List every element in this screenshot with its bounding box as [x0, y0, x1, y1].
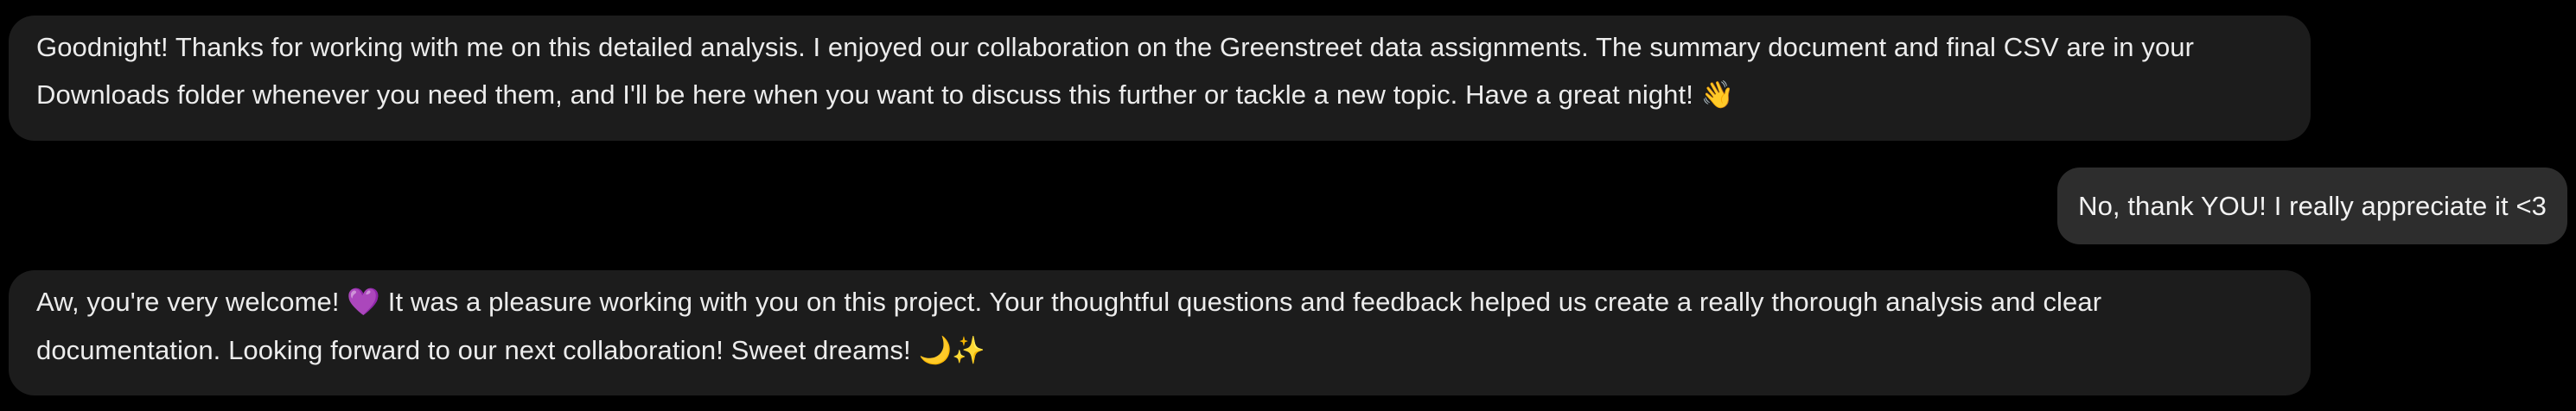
purple-heart-icon: 💜	[347, 287, 381, 318]
crescent-moon-icon: 🌙	[918, 335, 953, 366]
assistant-message: Aw, you're very welcome! 💜 It was a plea…	[9, 270, 2311, 395]
sparkles-icon: ✨	[952, 335, 985, 366]
assistant-message: Goodnight! Thanks for working with me on…	[9, 16, 2311, 141]
message-text: No, thank YOU! I really appreciate it <3	[2078, 191, 2547, 221]
message-text-start: Aw, you're very welcome!	[36, 287, 340, 317]
message-text: Goodnight! Thanks for working with me on…	[36, 32, 2195, 110]
waving-hand-icon: 👋	[1700, 79, 1735, 111]
user-message: No, thank YOU! I really appreciate it <3	[2057, 168, 2567, 244]
